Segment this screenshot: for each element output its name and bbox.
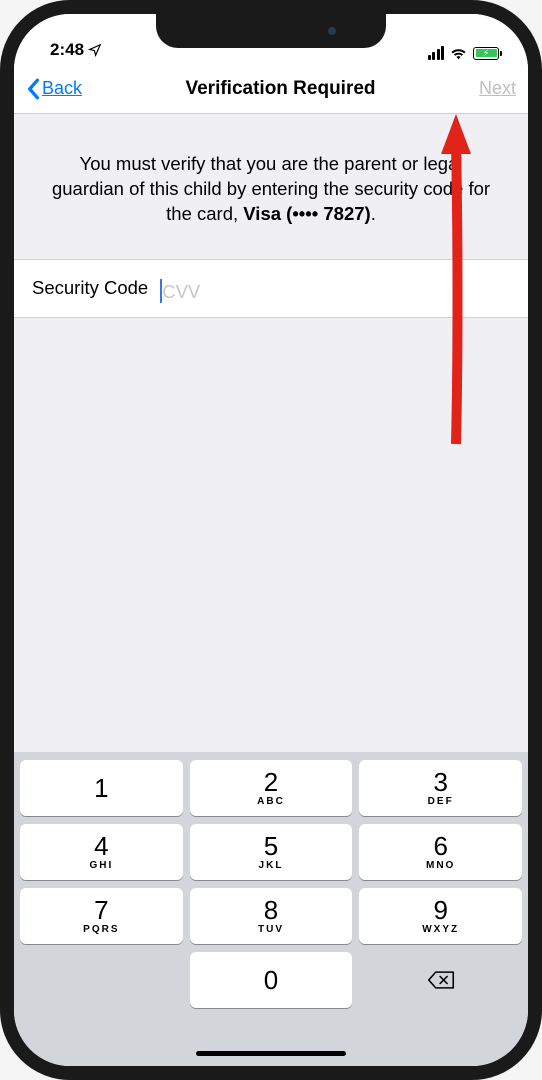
key-8[interactable]: 8 TUV — [190, 888, 353, 944]
verification-description: You must verify that you are the parent … — [14, 114, 528, 259]
notch — [156, 14, 386, 48]
key-4[interactable]: 4 GHI — [20, 824, 183, 880]
security-code-row[interactable]: Security Code — [14, 259, 528, 318]
text-cursor — [160, 279, 162, 303]
security-code-label: Security Code — [32, 277, 148, 299]
key-7[interactable]: 7 PQRS — [20, 888, 183, 944]
key-backspace[interactable] — [359, 952, 522, 1008]
back-button[interactable]: Back — [26, 78, 82, 100]
content-spacer — [14, 318, 528, 752]
security-code-input[interactable] — [160, 281, 510, 303]
backspace-icon — [427, 970, 455, 990]
phone-frame: 2:48 ⚡︎ — [0, 0, 542, 1080]
numeric-keypad: 1 2 ABC 3 DEF 4 GHI 5 J — [14, 752, 528, 1066]
battery-icon: ⚡︎ — [473, 47, 502, 60]
key-6[interactable]: 6 MNO — [359, 824, 522, 880]
key-9[interactable]: 9 WXYZ — [359, 888, 522, 944]
chevron-left-icon — [26, 78, 40, 100]
wifi-icon — [450, 46, 467, 60]
key-blank — [20, 952, 183, 1008]
key-5[interactable]: 5 JKL — [190, 824, 353, 880]
key-0[interactable]: 0 — [190, 952, 353, 1008]
status-time: 2:48 — [50, 40, 84, 60]
nav-bar: Back Verification Required Next — [14, 64, 528, 114]
key-3[interactable]: 3 DEF — [359, 760, 522, 816]
location-icon — [88, 43, 102, 57]
next-button[interactable]: Next — [479, 78, 516, 99]
back-label: Back — [42, 78, 82, 99]
key-1[interactable]: 1 — [20, 760, 183, 816]
card-label: Visa (•••• 7827) — [243, 203, 370, 224]
home-indicator[interactable] — [196, 1051, 346, 1056]
page-title: Verification Required — [185, 78, 375, 100]
signal-icon — [428, 46, 445, 60]
key-2[interactable]: 2 ABC — [190, 760, 353, 816]
